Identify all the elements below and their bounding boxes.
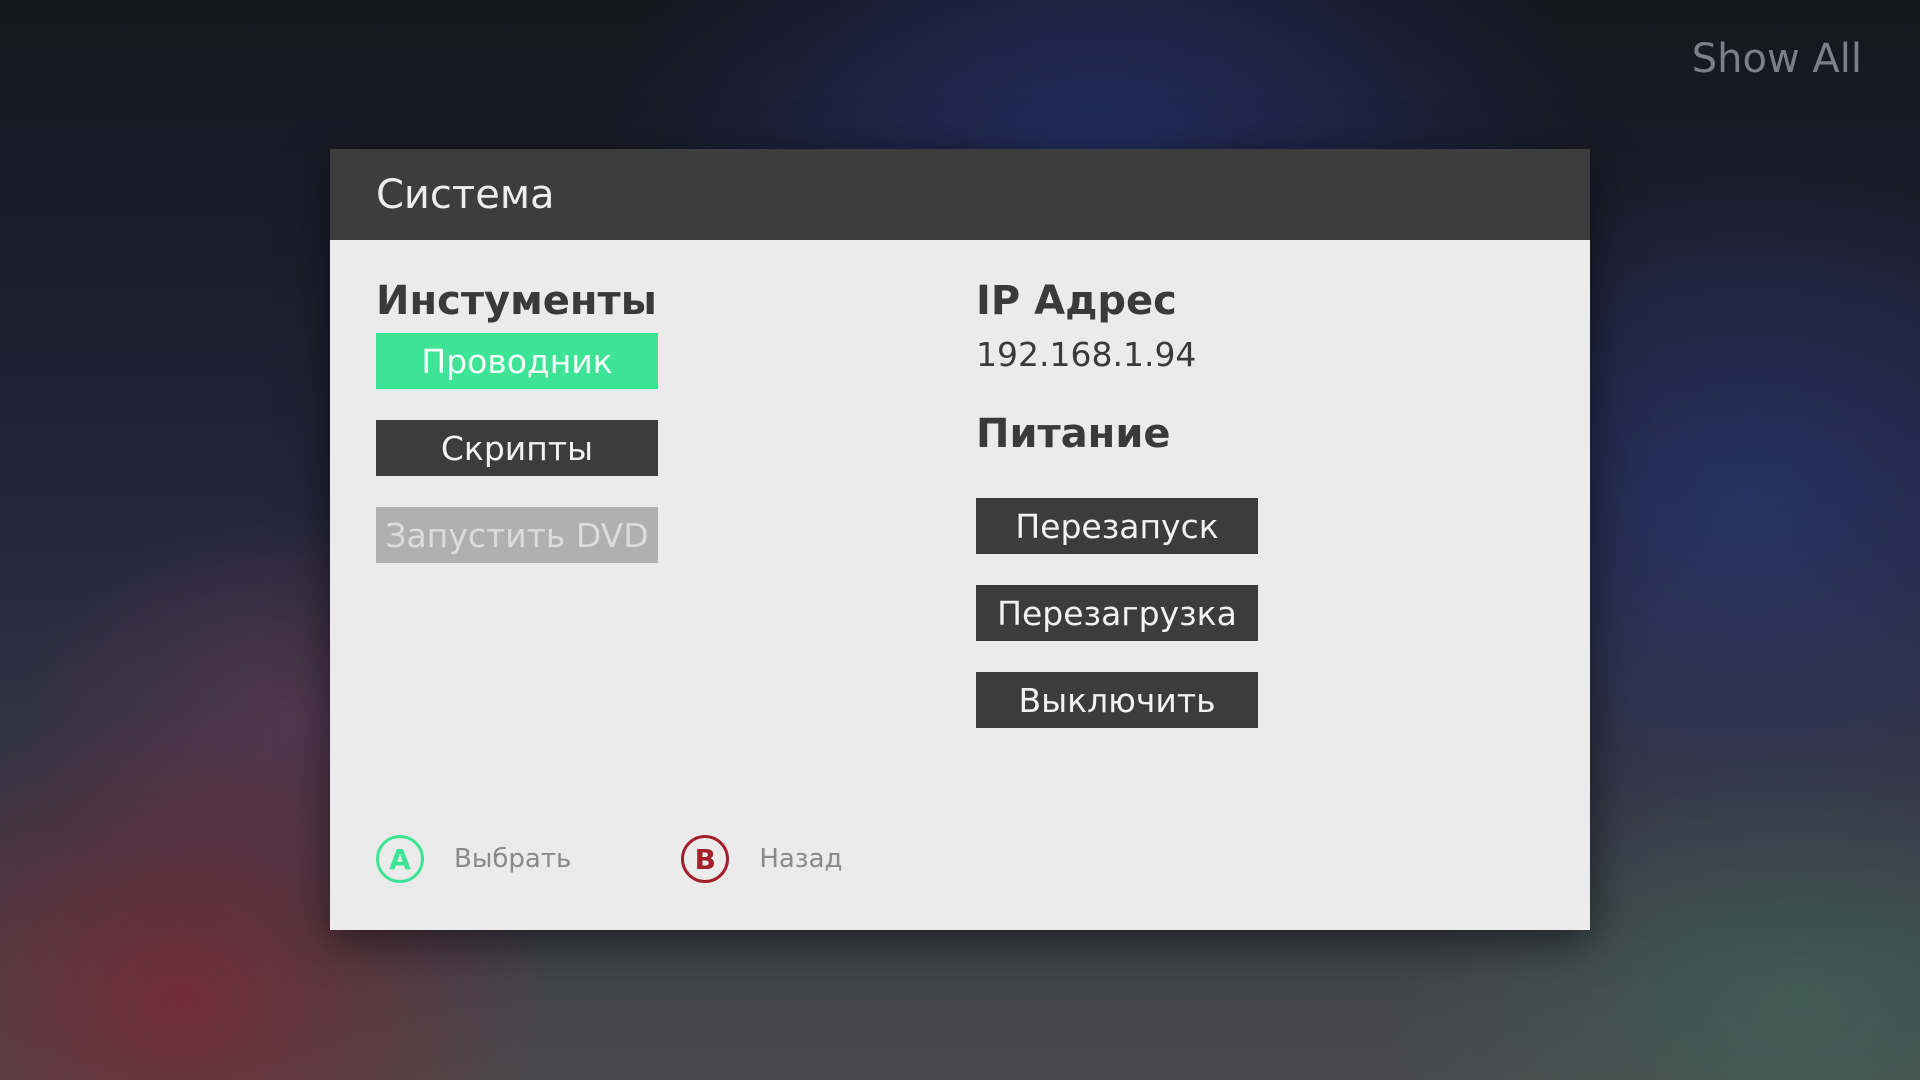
dialog-title: Система [376, 171, 555, 218]
select-hint: A Выбрать [376, 835, 571, 883]
reboot-button[interactable]: Перезагрузка [976, 585, 1258, 641]
info-column: IP Адрес 192.168.1.94 Питание Перезапуск… [976, 275, 1258, 728]
back-hint: B Назад [681, 835, 843, 883]
tools-column: Инстументы Проводник Скрипты Запустить D… [376, 275, 658, 563]
power-heading: Питание [976, 411, 1171, 457]
back-hint-label: Назад [759, 844, 843, 874]
b-button-icon: B [681, 835, 730, 883]
ip-address-value: 192.168.1.94 [976, 335, 1197, 374]
a-button-icon: A [376, 835, 424, 883]
file-explorer-button[interactable]: Проводник [376, 333, 658, 389]
select-hint-label: Выбрать [454, 844, 572, 874]
show-all-link[interactable]: Show All [1692, 36, 1862, 82]
dialog-header: Система [330, 149, 1590, 240]
system-dialog: Система Инстументы Проводник Скрипты Зап… [330, 149, 1590, 930]
launch-dvd-button[interactable]: Запустить DVD [376, 507, 658, 563]
scripts-button[interactable]: Скрипты [376, 420, 658, 476]
restart-button[interactable]: Перезапуск [976, 498, 1258, 554]
ip-address-heading: IP Адрес [976, 278, 1177, 324]
shutdown-button[interactable]: Выключить [976, 672, 1258, 728]
tools-heading: Инстументы [376, 278, 657, 324]
controller-hints: A Выбрать B Назад [376, 835, 953, 883]
